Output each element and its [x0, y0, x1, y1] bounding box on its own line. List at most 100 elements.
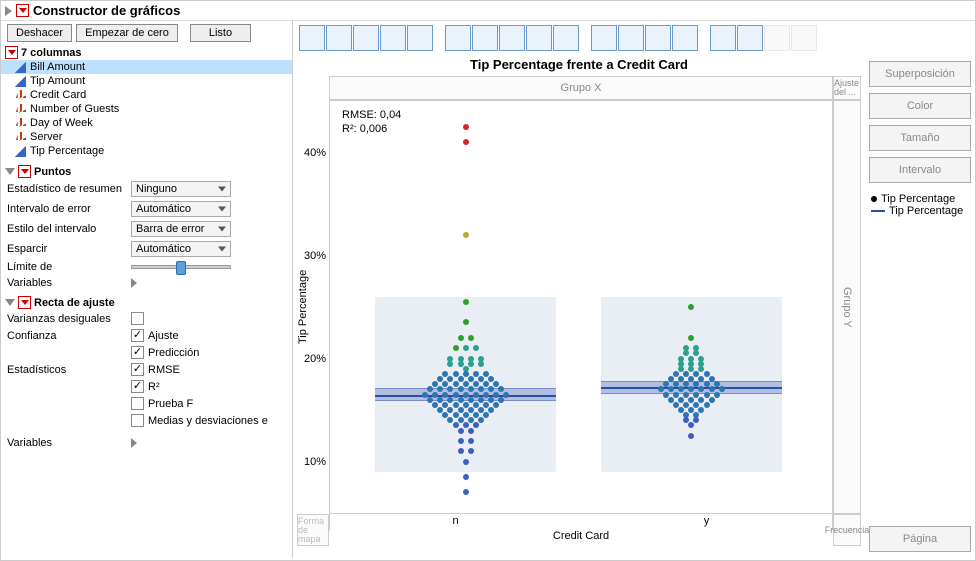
- smoother-icon[interactable]: [326, 25, 352, 51]
- data-point[interactable]: [719, 386, 725, 392]
- chart-plot-area[interactable]: 10%20%30%40%RMSE: 0,04R²: 0,006: [329, 100, 833, 514]
- means-checkbox[interactable]: [131, 414, 144, 427]
- data-point[interactable]: [468, 438, 474, 444]
- page-dropzone[interactable]: Página: [869, 526, 971, 552]
- column-item[interactable]: Server: [1, 130, 292, 144]
- size-dropzone[interactable]: Tamaño: [869, 125, 971, 151]
- data-point[interactable]: [493, 402, 499, 408]
- done-button[interactable]: Listo: [190, 24, 251, 42]
- limit-slider[interactable]: [131, 265, 231, 269]
- dropzone-frequency[interactable]: Frecuencia: [833, 514, 861, 546]
- heatmap-icon[interactable]: [591, 25, 617, 51]
- interval-style-select[interactable]: Barra de error: [131, 221, 231, 237]
- ellipse-icon[interactable]: [380, 25, 406, 51]
- data-point[interactable]: [688, 433, 694, 439]
- data-point[interactable]: [483, 412, 489, 418]
- line-icon[interactable]: [445, 25, 471, 51]
- points-menu-button[interactable]: [18, 165, 31, 178]
- data-point[interactable]: [478, 417, 484, 423]
- r2-checkbox[interactable]: [131, 380, 144, 393]
- data-point[interactable]: [463, 124, 469, 130]
- data-point[interactable]: [463, 299, 469, 305]
- column-item[interactable]: Credit Card: [1, 88, 292, 102]
- treemap-icon[interactable]: [645, 25, 671, 51]
- map-shapes-icon[interactable]: [764, 25, 790, 51]
- data-point[interactable]: [463, 319, 469, 325]
- data-point[interactable]: [478, 361, 484, 367]
- column-item[interactable]: Tip Percentage: [1, 144, 292, 158]
- color-dropzone[interactable]: Color: [869, 93, 971, 119]
- menu-button[interactable]: [16, 4, 29, 17]
- fit-checkbox[interactable]: [131, 329, 144, 342]
- rmse-checkbox[interactable]: [131, 363, 144, 376]
- data-point[interactable]: [688, 335, 694, 341]
- column-item[interactable]: Bill Amount: [1, 60, 292, 74]
- pie-icon[interactable]: [618, 25, 644, 51]
- data-point[interactable]: [463, 459, 469, 465]
- column-item[interactable]: Number of Guests: [1, 102, 292, 116]
- data-point[interactable]: [693, 417, 699, 423]
- dropzone-group-y[interactable]: Grupo Y: [833, 100, 861, 514]
- disclosure-icon[interactable]: [5, 168, 15, 175]
- disclosure-icon[interactable]: [5, 299, 15, 306]
- data-point[interactable]: [453, 345, 459, 351]
- ftest-checkbox[interactable]: [131, 397, 144, 410]
- overlay-dropzone[interactable]: Superposición: [869, 61, 971, 87]
- data-point[interactable]: [463, 139, 469, 145]
- expand-icon[interactable]: [131, 278, 137, 288]
- data-point[interactable]: [704, 402, 710, 408]
- data-point[interactable]: [463, 232, 469, 238]
- column-item[interactable]: Tip Amount: [1, 74, 292, 88]
- fit-menu-button[interactable]: [18, 296, 31, 309]
- boxplot-icon[interactable]: [526, 25, 552, 51]
- data-point[interactable]: [458, 428, 464, 434]
- parallel-icon[interactable]: [791, 25, 817, 51]
- area-icon[interactable]: [499, 25, 525, 51]
- data-point[interactable]: [458, 335, 464, 341]
- data-point[interactable]: [688, 304, 694, 310]
- columns-menu-button[interactable]: [5, 46, 18, 59]
- data-point[interactable]: [463, 489, 469, 495]
- caption-icon[interactable]: [710, 25, 736, 51]
- unequal-var-checkbox[interactable]: [131, 312, 144, 325]
- data-point[interactable]: [463, 345, 469, 351]
- fitline-icon[interactable]: [353, 25, 379, 51]
- column-item[interactable]: Day of Week: [1, 116, 292, 130]
- data-point[interactable]: [468, 361, 474, 367]
- expand-icon[interactable]: [131, 438, 137, 448]
- dropzone-map-shape[interactable]: Forma de mapa: [297, 514, 329, 546]
- data-point[interactable]: [468, 448, 474, 454]
- formula-icon[interactable]: [737, 25, 763, 51]
- data-point[interactable]: [473, 345, 479, 351]
- error-interval-select[interactable]: Automático: [131, 201, 231, 217]
- slider-thumb[interactable]: [176, 261, 186, 275]
- bar-icon[interactable]: [472, 25, 498, 51]
- disclosure-icon[interactable]: [5, 6, 12, 16]
- data-point[interactable]: [503, 392, 509, 398]
- data-point[interactable]: [709, 397, 715, 403]
- scatter-icon[interactable]: [299, 25, 325, 51]
- histogram-icon[interactable]: [553, 25, 579, 51]
- data-point[interactable]: [488, 407, 494, 413]
- data-point[interactable]: [698, 407, 704, 413]
- prediction-checkbox[interactable]: [131, 346, 144, 359]
- data-point[interactable]: [498, 397, 504, 403]
- data-point[interactable]: [458, 438, 464, 444]
- interval-dropzone[interactable]: Intervalo: [869, 157, 971, 183]
- data-point[interactable]: [473, 422, 479, 428]
- mosaic-icon[interactable]: [672, 25, 698, 51]
- summary-stat-select[interactable]: Ninguno: [131, 181, 231, 197]
- undo-button[interactable]: Deshacer: [7, 24, 72, 42]
- dropzone-fit[interactable]: Ajuste del ...: [833, 76, 861, 100]
- start-over-button[interactable]: Empezar de cero: [76, 24, 178, 42]
- data-point[interactable]: [468, 428, 474, 434]
- dropzone-group-x[interactable]: Grupo X: [329, 76, 833, 100]
- contour-icon[interactable]: [407, 25, 433, 51]
- data-point[interactable]: [714, 392, 720, 398]
- data-point[interactable]: [688, 422, 694, 428]
- data-point[interactable]: [458, 448, 464, 454]
- data-point[interactable]: [463, 474, 469, 480]
- jitter-select[interactable]: Automático: [131, 241, 231, 257]
- data-point[interactable]: [468, 335, 474, 341]
- data-point[interactable]: [447, 361, 453, 367]
